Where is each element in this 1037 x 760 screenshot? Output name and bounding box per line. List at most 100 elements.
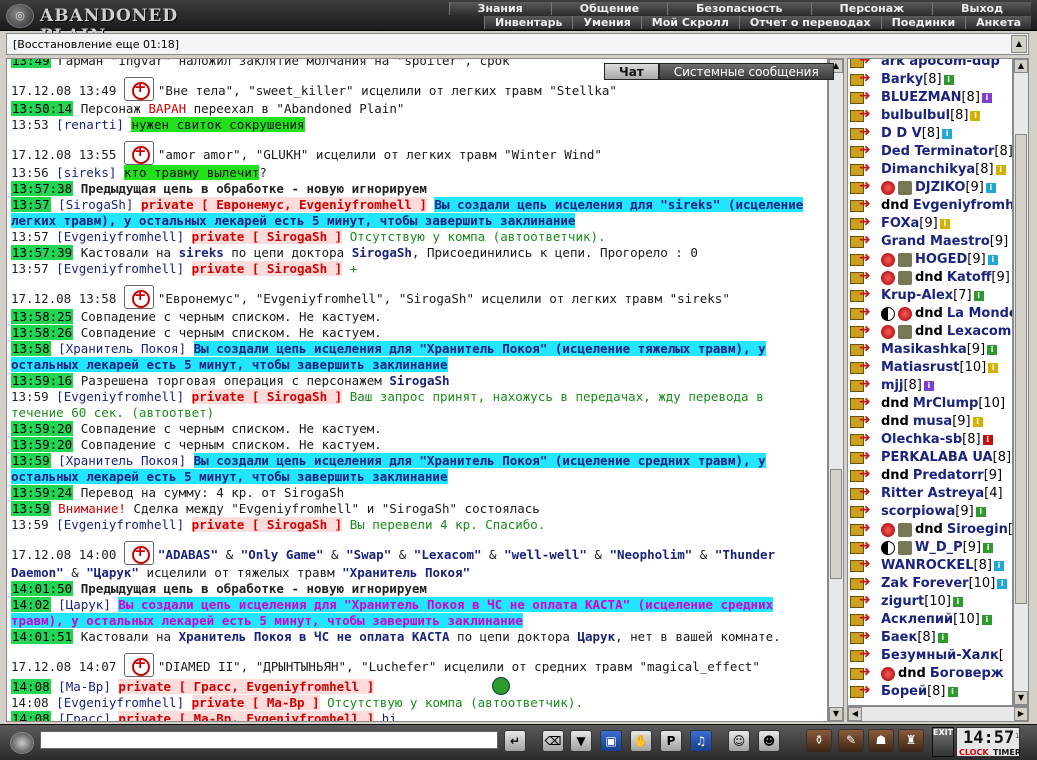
user-list-item[interactable]: Асклепий[10]i xyxy=(850,609,1012,629)
message-time[interactable]: 14:02 xyxy=(11,597,51,612)
user-list-item[interactable]: Ded Terminator[8]i xyxy=(850,141,1012,161)
private-message-icon[interactable] xyxy=(850,87,876,106)
message-time[interactable]: 13:58:25 xyxy=(11,309,74,324)
menu-skills[interactable]: Умения xyxy=(572,16,641,29)
user-list-item[interactable]: mjj[8]i xyxy=(850,375,1012,395)
private-message-icon[interactable] xyxy=(850,375,876,394)
private-message-icon[interactable] xyxy=(850,681,876,700)
user-name[interactable]: Lexacom xyxy=(947,323,1011,341)
private-message-icon[interactable] xyxy=(850,609,876,628)
scroll-icon[interactable]: ✎ xyxy=(838,729,864,753)
scroll-down-icon[interactable]: ▼ xyxy=(829,707,843,721)
private-message-icon[interactable] xyxy=(850,141,876,160)
character-name[interactable]: "Хранитель Покоя" xyxy=(342,565,470,580)
user-name[interactable]: Безумный-Халк xyxy=(881,647,999,665)
message-time[interactable]: 13:50:14 xyxy=(11,101,74,116)
user-info-icon[interactable]: i xyxy=(997,579,1008,589)
user-info-icon[interactable]: i xyxy=(987,345,998,355)
message-time[interactable]: 13:59:20 xyxy=(11,421,74,436)
message-time[interactable]: 13:59:24 xyxy=(11,485,74,500)
smiley-menu-icon[interactable] xyxy=(10,732,34,754)
cat-icon[interactable]: ☗ xyxy=(868,729,894,753)
user-name[interactable]: ark apocom-ddp xyxy=(881,59,1000,71)
user-list-item[interactable]: Olechka-sb[8]i xyxy=(850,429,1012,449)
user-name[interactable]: Dimanchikya xyxy=(881,161,975,179)
private-recipients[interactable]: private [ Ма-Вр, Evgeniyfromhell ] xyxy=(118,711,375,721)
private-message-icon[interactable] xyxy=(850,465,876,484)
character-name[interactable]: "Swap" xyxy=(346,547,391,562)
user-info-icon[interactable]: i xyxy=(993,561,1004,571)
user-list-item[interactable]: dnd MrClump[10] xyxy=(850,393,1012,413)
user-name[interactable]: HOGED xyxy=(915,251,967,269)
user-list-item[interactable]: PERKALABA UA[8] xyxy=(850,447,1012,467)
clock-label[interactable]: CLOCK xyxy=(959,748,989,757)
private-message-icon[interactable] xyxy=(850,645,876,664)
user-info-icon[interactable]: i xyxy=(973,291,984,301)
message-time[interactable]: 13:58:26 xyxy=(11,325,74,340)
user-info-icon[interactable]: i xyxy=(943,75,954,85)
user-info-icon[interactable]: i xyxy=(942,129,953,139)
character-name[interactable]: "Царук" xyxy=(86,565,139,580)
user-name[interactable]: Predatorr xyxy=(913,467,984,485)
private-message-icon[interactable] xyxy=(850,573,876,592)
bag-icon[interactable]: ⚱ xyxy=(806,729,832,753)
user-list-item[interactable]: Masikashka[9]i xyxy=(850,339,1012,359)
user-name[interactable]: Barky xyxy=(881,71,923,89)
user-name[interactable]: MrClump xyxy=(913,395,978,413)
message-time[interactable]: 13:53 xyxy=(11,117,49,132)
message-author[interactable]: [Ма-Вр] xyxy=(58,679,111,694)
message-time[interactable]: 14:08 xyxy=(11,695,49,710)
private-message-icon[interactable] xyxy=(850,501,876,520)
user-info-icon[interactable]: i xyxy=(995,165,1006,175)
private-recipients[interactable]: private [ SirogaSh ] xyxy=(191,517,343,532)
user-name[interactable]: Matiasrust xyxy=(881,359,960,377)
user-list-item[interactable]: dndmusa[9]i xyxy=(850,411,1012,431)
user-name[interactable]: Ded Terminator xyxy=(881,143,994,161)
user-list-item[interactable]: DJZIKO[9]i xyxy=(850,177,1012,197)
private-recipients[interactable]: private [ Грасс, Evgeniyfromhell ] xyxy=(118,679,375,694)
private-message-icon[interactable] xyxy=(850,555,876,574)
user-name[interactable]: FOXa xyxy=(881,215,919,233)
character-name[interactable]: Царук xyxy=(577,629,615,644)
user-name[interactable]: Асклепий xyxy=(881,611,953,629)
user-name[interactable]: D D V xyxy=(881,125,922,143)
user-name[interactable]: musa xyxy=(913,413,952,431)
user-list-item[interactable]: dnd Predatorr[9] xyxy=(850,465,1012,485)
message-author[interactable]: [Evgeniyfromhell] xyxy=(56,261,184,276)
user-info-icon[interactable]: i xyxy=(983,543,994,553)
private-message-icon[interactable] xyxy=(850,69,876,88)
message-time[interactable]: 13:59 xyxy=(11,389,49,404)
user-info-icon[interactable]: i xyxy=(987,255,998,265)
message-time[interactable]: 14:08 xyxy=(11,711,51,721)
private-message-icon[interactable] xyxy=(850,105,876,124)
message-author[interactable]: [sireks] xyxy=(56,165,116,180)
status-scroll-icon[interactable]: ▲ xyxy=(1011,35,1027,53)
message-time[interactable]: 13:58 xyxy=(11,341,51,356)
user-list-item[interactable]: Matiasrust[10]i xyxy=(850,357,1012,377)
message-time[interactable]: 13:59:20 xyxy=(11,437,74,452)
menu-profile[interactable]: Анкета xyxy=(965,16,1031,29)
private-message-icon[interactable] xyxy=(850,339,876,358)
user-list-item[interactable]: Баек[8]i xyxy=(850,627,1012,647)
menu-security[interactable]: Безопасность xyxy=(667,2,811,15)
user-list-item[interactable]: W_D_P[9]i xyxy=(850,537,1012,557)
message-author[interactable]: [Грасс] xyxy=(58,711,111,721)
user-list-item[interactable]: Безумный-Халк[ xyxy=(850,645,1012,665)
user-name[interactable]: Olechka-sb xyxy=(881,431,962,449)
message-author[interactable]: [Evgeniyfromhell] xyxy=(56,229,184,244)
user-list-item[interactable]: Barky[8]i xyxy=(850,69,1012,89)
user-name[interactable]: W_D_P xyxy=(915,539,963,557)
character-name[interactable]: "well-well" xyxy=(504,547,587,562)
character-name[interactable]: "ADABAS" xyxy=(158,547,218,562)
filter-icon[interactable]: ▼ xyxy=(570,730,592,752)
send-icon[interactable]: ↵ xyxy=(504,730,526,752)
private-recipients[interactable]: private [ Евронемус, Evgeniyfromhell ] xyxy=(140,197,427,212)
message-time[interactable]: 14:08 xyxy=(11,679,51,694)
smile-icon[interactable]: ☺ xyxy=(728,730,750,752)
private-recipients[interactable]: private [ SirogaSh ] xyxy=(191,229,343,244)
private-message-icon[interactable] xyxy=(850,519,876,538)
user-info-icon[interactable]: i xyxy=(939,219,950,229)
user-list-item[interactable]: Krup-Alex[7]i xyxy=(850,285,1012,305)
private-message-icon[interactable] xyxy=(850,123,876,142)
message-author[interactable]: [SirogaSh] xyxy=(58,197,133,212)
